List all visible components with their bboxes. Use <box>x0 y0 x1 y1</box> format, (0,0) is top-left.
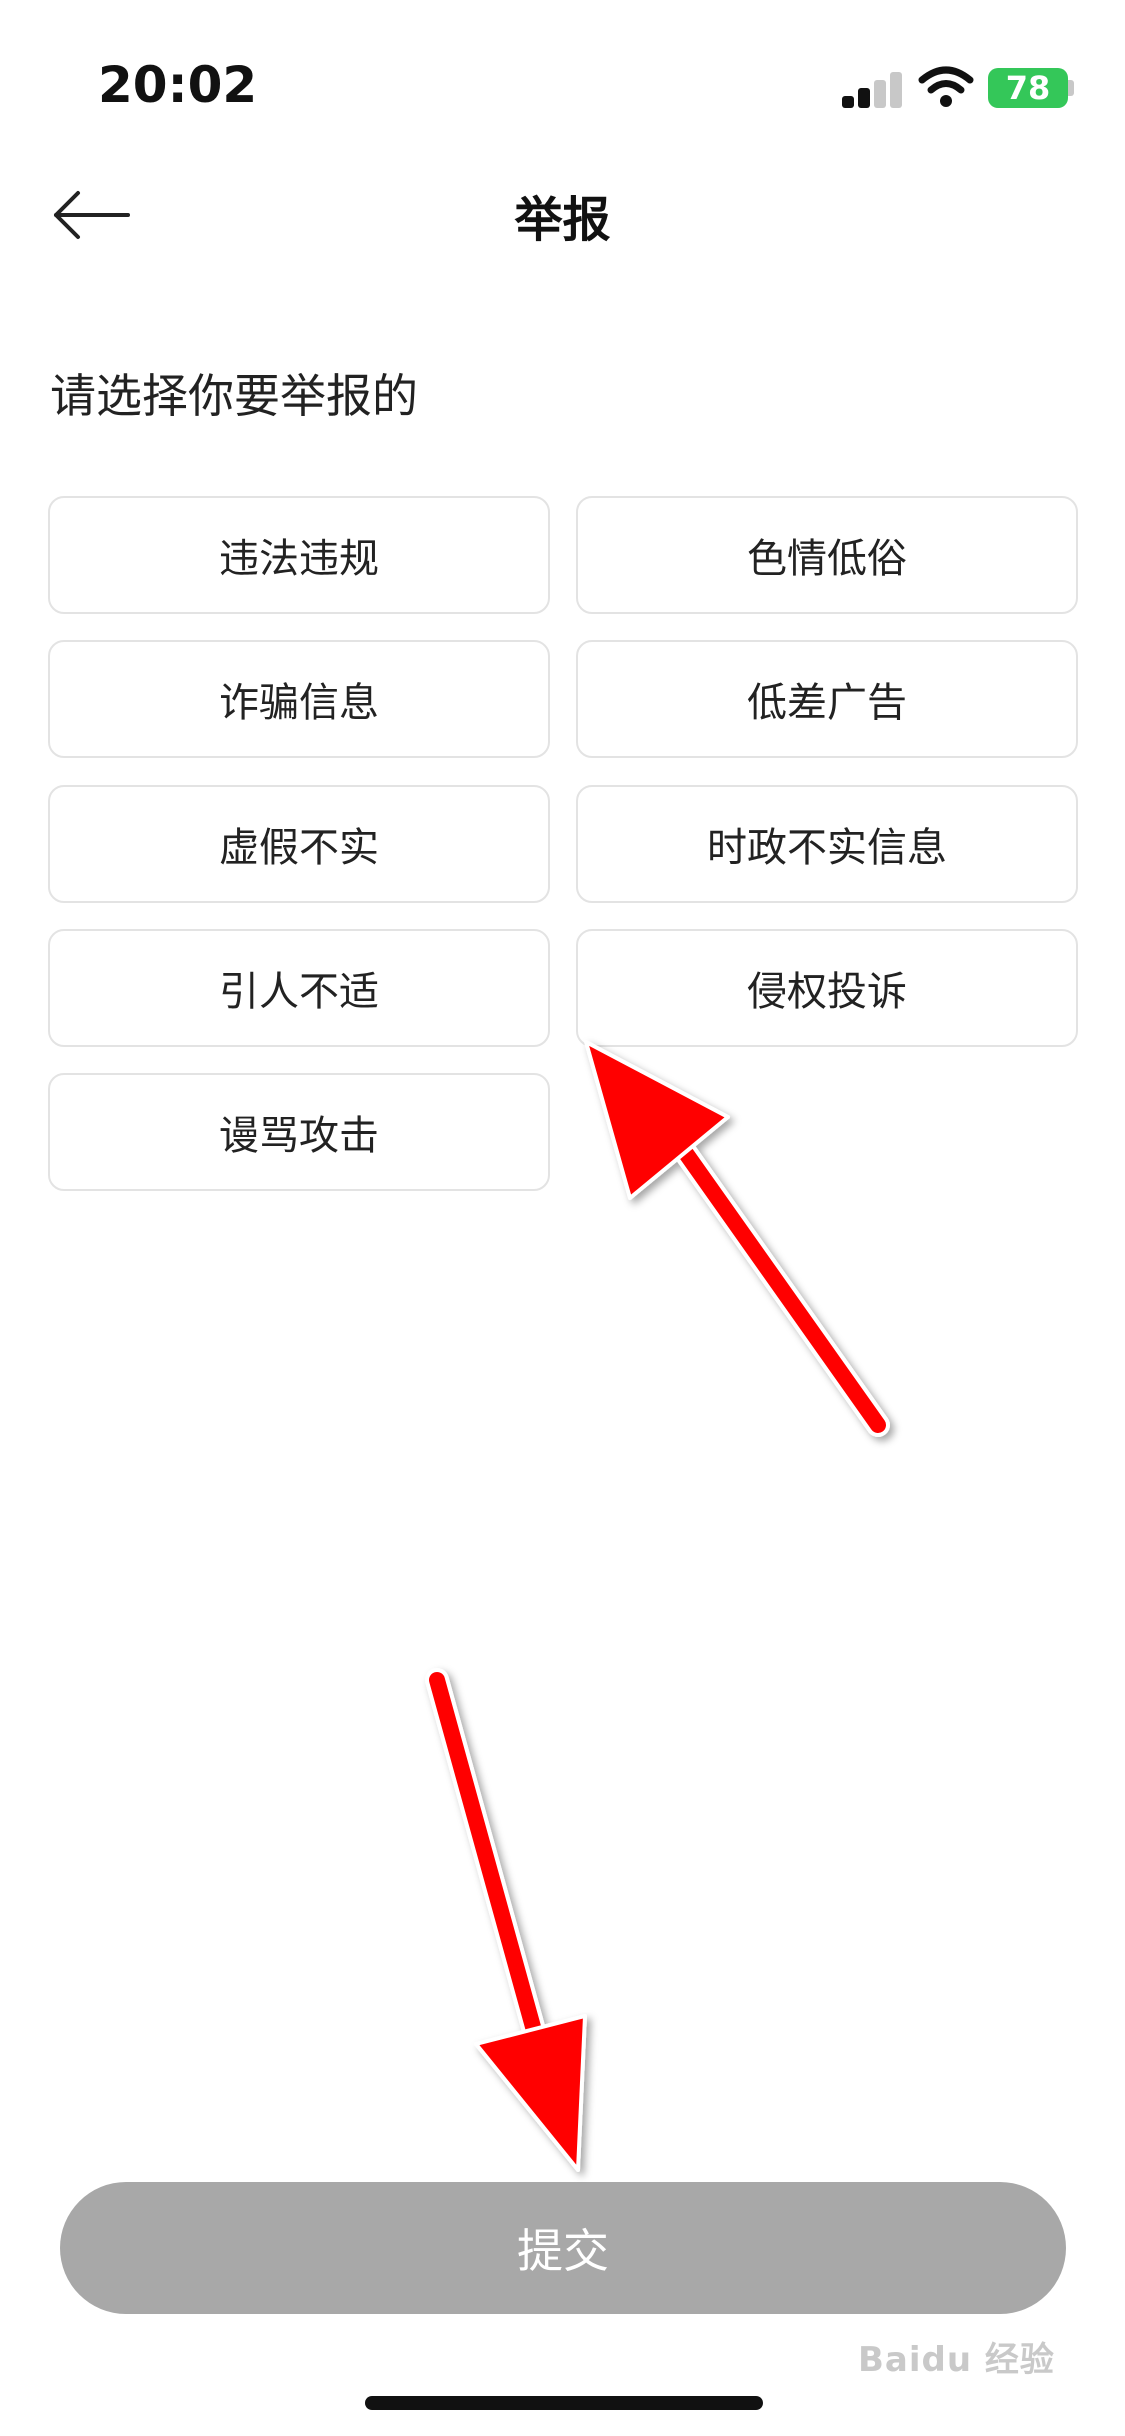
option-button[interactable]: 色情低俗 <box>576 496 1078 614</box>
option-button[interactable]: 侵权投诉 <box>576 929 1078 1047</box>
option-button[interactable]: 谩骂攻击 <box>48 1073 550 1191</box>
battery-tip <box>1068 80 1074 96</box>
wifi-icon <box>918 66 974 107</box>
prompt-text: 请选择你要举报的 <box>50 369 418 423</box>
submit-button[interactable]: 提交 <box>60 2182 1066 2314</box>
option-button[interactable]: 引人不适 <box>48 929 550 1047</box>
option-button[interactable]: 虚假不实 <box>48 785 550 903</box>
status-time: 20:02 <box>98 56 258 114</box>
report-screen: 20:02 78 举报 请选择你要举报的 违法违规 色情低俗 诈骗信息 低差广告… <box>0 0 1125 2436</box>
baidu-watermark: Baidu 经验 <box>858 2340 1055 2380</box>
battery-level: 78 <box>1005 69 1051 107</box>
option-button[interactable]: 诈骗信息 <box>48 640 550 758</box>
home-indicator[interactable] <box>365 2396 763 2410</box>
option-button[interactable]: 违法违规 <box>48 496 550 614</box>
battery-icon: 78 <box>988 68 1068 108</box>
option-button[interactable]: 低差广告 <box>576 640 1078 758</box>
arrow-up-left-annotation <box>584 1040 890 1437</box>
arrow-down-annotation <box>425 1668 587 2172</box>
signal-icon <box>842 72 902 108</box>
option-button[interactable]: 时政不实信息 <box>576 785 1078 903</box>
submit-label: 提交 <box>517 2224 609 2278</box>
page-title: 举报 <box>514 192 611 248</box>
